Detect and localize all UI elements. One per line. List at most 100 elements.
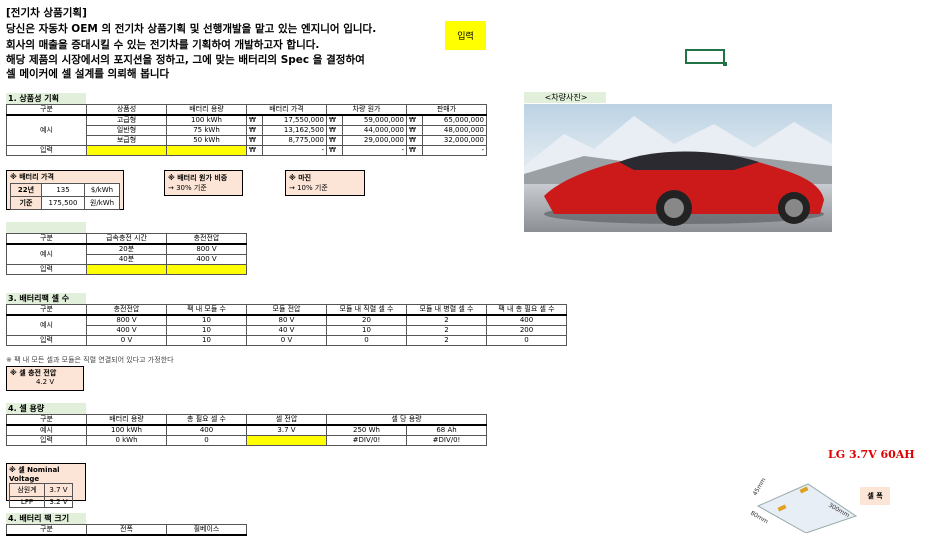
- section-2-title: [6, 222, 86, 233]
- example-label: 예시: [6, 114, 87, 146]
- cell[interactable]: ₩: [406, 114, 423, 126]
- header-cell: 전폭: [86, 524, 167, 536]
- cell[interactable]: 100 kWh: [166, 114, 247, 126]
- cell[interactable]: 80 V: [246, 314, 327, 326]
- cell[interactable]: 400: [166, 424, 247, 436]
- cell[interactable]: ₩: [406, 135, 423, 146]
- cell[interactable]: 29,000,000: [342, 135, 407, 146]
- cell[interactable]: 2: [406, 335, 487, 346]
- example-label: 예시: [6, 314, 87, 336]
- table-row: 입력 0 V 10 0 V 0 2 0: [6, 335, 567, 346]
- cell[interactable]: 75 kWh: [166, 125, 247, 136]
- cell[interactable]: 0 kWh: [86, 435, 167, 446]
- cell[interactable]: 400 V: [86, 325, 167, 336]
- cell[interactable]: 59,000,000: [342, 114, 407, 126]
- price-basis: 기준: [10, 196, 42, 210]
- price-usd[interactable]: 135: [41, 183, 85, 197]
- cell[interactable]: #DIV/0!: [406, 435, 487, 446]
- table-row: 예시 20분 800 V: [6, 243, 247, 265]
- table-row: 예시 100 kWh 400 3.7 V 250 Wh 68 Ah: [6, 424, 487, 436]
- cell[interactable]: 10: [166, 335, 247, 346]
- cell[interactable]: 20분: [86, 243, 167, 255]
- cell[interactable]: 250 Wh: [326, 424, 407, 436]
- section-1-title: 1. 상품성 기획: [6, 93, 86, 104]
- header-cell: 휠베이스: [166, 524, 247, 536]
- cell[interactable]: 10: [326, 325, 407, 336]
- cell[interactable]: ₩: [406, 125, 423, 136]
- margin-title: ※ 마진: [289, 174, 312, 182]
- cell[interactable]: ₩: [326, 145, 343, 156]
- table-row: 입력 ₩ - ₩ - ₩ -: [6, 145, 488, 156]
- cell[interactable]: 65,000,000: [421, 114, 488, 126]
- cell[interactable]: 2: [406, 325, 487, 336]
- cell[interactable]: 8,775,000: [262, 135, 327, 146]
- cell[interactable]: 32,000,000: [421, 135, 488, 146]
- header-cell: 구분: [6, 414, 87, 426]
- input-button[interactable]: 입력: [445, 21, 486, 50]
- cell[interactable]: 10: [166, 325, 247, 336]
- cell[interactable]: ₩: [326, 114, 343, 126]
- input-cell[interactable]: [166, 145, 247, 156]
- cell[interactable]: 400 V: [166, 254, 247, 265]
- cell[interactable]: ₩: [326, 125, 343, 136]
- cell[interactable]: 고급형: [86, 114, 167, 126]
- cell[interactable]: ₩: [246, 135, 263, 146]
- cell[interactable]: 100 kWh: [86, 424, 167, 436]
- cell[interactable]: 48,000,000: [421, 125, 488, 136]
- input-cell[interactable]: [86, 264, 167, 275]
- table-row: 400 V 10 40 V 10 2 200: [7, 325, 567, 336]
- cell[interactable]: 일반형: [86, 125, 167, 136]
- cell[interactable]: ₩: [246, 114, 263, 126]
- input-cell[interactable]: [86, 145, 167, 156]
- input-cell[interactable]: [166, 264, 247, 275]
- cell[interactable]: 50 kWh: [166, 135, 247, 146]
- cell[interactable]: 0 V: [86, 335, 167, 346]
- cell[interactable]: 200: [486, 325, 567, 336]
- cell[interactable]: -: [421, 145, 488, 156]
- cell[interactable]: #DIV/0!: [326, 435, 407, 446]
- cell[interactable]: ₩: [406, 145, 423, 156]
- cell[interactable]: ₩: [246, 125, 263, 136]
- input-cell[interactable]: [246, 435, 327, 446]
- cell[interactable]: ₩: [246, 145, 263, 156]
- cell[interactable]: 보급형: [86, 135, 167, 146]
- cell[interactable]: ₩: [326, 135, 343, 146]
- cell[interactable]: 68 Ah: [406, 424, 487, 436]
- page-title: [전기차 상품기획]: [6, 7, 87, 19]
- header-cell: 배터리 용량: [166, 104, 247, 116]
- cell[interactable]: 800 V: [86, 314, 167, 326]
- cell[interactable]: -: [342, 145, 407, 156]
- cell[interactable]: 2: [406, 314, 487, 326]
- price-krw[interactable]: 175,500: [41, 196, 85, 210]
- cell[interactable]: 20: [326, 314, 407, 326]
- cell[interactable]: 400: [486, 314, 567, 326]
- header-cell: 배터리 용량: [86, 414, 167, 426]
- cell[interactable]: 13,162,500: [262, 125, 327, 136]
- cell[interactable]: 0 V: [246, 335, 327, 346]
- lg-cell-label: LG 3.7V 60AH: [828, 448, 915, 461]
- input-label: 입력: [6, 145, 87, 156]
- example-label: 예시: [6, 243, 87, 265]
- dim-label: 45mm: [752, 477, 768, 497]
- product-plan-table: 구분 상품성 배터리 용량 배터리 가격 차량 원가 판매가 예시 고급형 10…: [6, 104, 488, 156]
- header-cell: 충전전압: [166, 233, 247, 245]
- cell[interactable]: 40 V: [246, 325, 327, 336]
- cell[interactable]: 3.7 V: [246, 424, 327, 436]
- table-row: 입력 0 kWh 0 #DIV/0! #DIV/0!: [6, 435, 487, 446]
- header-cell: 판매가: [405, 104, 488, 116]
- header-cell: 급속충전 시간: [86, 233, 167, 245]
- section-3-title: 3. 배터리팩 셀 수: [6, 293, 86, 304]
- cell[interactable]: 0: [326, 335, 407, 346]
- cell[interactable]: 10: [166, 314, 247, 326]
- cell[interactable]: 40분: [86, 254, 167, 265]
- cell[interactable]: 0: [166, 435, 247, 446]
- cell[interactable]: 44,000,000: [342, 125, 407, 136]
- cell[interactable]: 800 V: [166, 243, 247, 255]
- cost-ratio-box: ※ 배터리 원가 비중 → 30% 기준: [164, 170, 243, 196]
- cell[interactable]: 17,550,000: [262, 114, 327, 126]
- header-cell: 구분: [6, 524, 87, 536]
- header-cell: 모듈 내 병렬 셀 수: [406, 304, 487, 316]
- cell[interactable]: 0: [486, 335, 567, 346]
- cell[interactable]: -: [262, 145, 327, 156]
- selected-cell[interactable]: [685, 49, 727, 66]
